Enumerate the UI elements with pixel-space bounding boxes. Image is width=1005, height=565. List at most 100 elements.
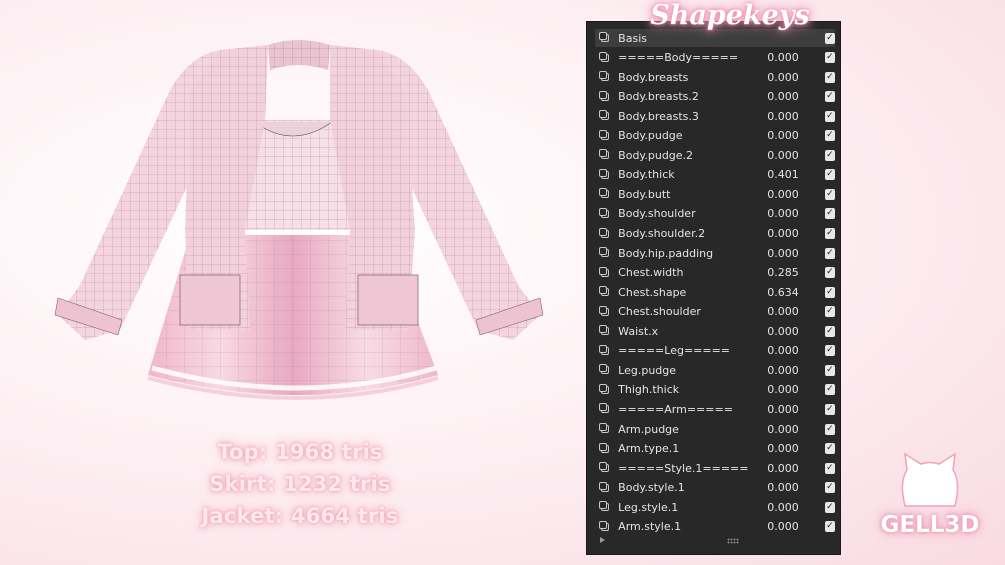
shapekey-value[interactable]: 0.285	[758, 266, 799, 279]
shapekey-name[interactable]: Arm.pudge	[618, 423, 758, 436]
shapekey-row[interactable]: Body.breasts 0.000 ✓	[595, 68, 835, 86]
shapekey-enabled-checkbox[interactable]: ✓	[824, 228, 835, 239]
shapekey-enabled-checkbox[interactable]: ✓	[824, 462, 835, 474]
shapekey-name[interactable]: Chest.width	[618, 266, 758, 279]
shapekey-name[interactable]: Body.pudge	[618, 129, 758, 142]
shapekey-enabled-checkbox[interactable]: ✓	[824, 149, 835, 161]
shapekey-value[interactable]: 0.000	[758, 110, 799, 123]
shapekey-row[interactable]: Body.hip.padding 0.000 ✓	[595, 244, 835, 262]
shapekey-row[interactable]: Arm.type.1 0.000 ✓	[595, 440, 835, 458]
shapekey-enabled-checkbox[interactable]: ✓	[824, 208, 835, 220]
shapekey-row[interactable]: Waist.x 0.000 ✓	[595, 322, 835, 340]
shapekey-row[interactable]: =====Body===== 0.000 ✓	[595, 49, 835, 67]
shapekey-value[interactable]: 0.000	[758, 423, 799, 436]
shapekey-name[interactable]: Body.butt	[618, 188, 758, 201]
shapekey-row[interactable]: Body.shoulder 0.000 ✓	[595, 205, 835, 223]
shapekey-value[interactable]: 0.000	[758, 403, 799, 416]
shapekey-value[interactable]: 0.000	[758, 305, 799, 318]
shapekey-enabled-checkbox[interactable]: ✓	[824, 267, 835, 279]
shapekey-enabled-checkbox[interactable]: ✓	[824, 71, 835, 83]
shapekey-value[interactable]: 0.000	[758, 51, 799, 64]
shapekey-enabled-checkbox[interactable]: ✓	[824, 169, 835, 181]
shapekey-name[interactable]: Arm.style.1	[618, 520, 758, 533]
shapekey-name[interactable]: =====Style.1=====	[618, 462, 758, 475]
shapekey-row[interactable]: Body.thick 0.401 ✓	[595, 166, 835, 184]
shapekey-enabled-checkbox[interactable]: ✓	[824, 482, 835, 494]
shapekey-enabled-checkbox[interactable]: ✓	[824, 306, 835, 318]
shapekey-enabled-checkbox[interactable]: ✓	[824, 345, 835, 357]
shapekey-row[interactable]: Chest.shape 0.634 ✓	[595, 283, 835, 301]
shapekey-enabled-checkbox[interactable]: ✓	[824, 286, 835, 298]
shapekey-row[interactable]: Body.butt 0.000 ✓	[595, 185, 835, 203]
shapekey-enabled-checkbox[interactable]: ✓	[824, 384, 835, 396]
shapekey-row[interactable]: Leg.style.1 0.000 ✓	[595, 498, 835, 516]
shapekey-row[interactable]: =====Style.1===== 0.000 ✓	[595, 459, 835, 477]
shapekey-enabled-checkbox[interactable]: ✓	[824, 247, 835, 259]
shapekey-name[interactable]: =====Arm=====	[618, 403, 758, 416]
shapekey-value[interactable]: 0.000	[758, 344, 799, 357]
resize-grip-icon[interactable]	[727, 538, 739, 544]
shapekey-name[interactable]: Thigh.thick	[618, 383, 758, 396]
shapekey-row[interactable]: Chest.width 0.285 ✓	[595, 264, 835, 282]
shapekey-value[interactable]: 0.000	[758, 247, 799, 260]
shapekey-name[interactable]: =====Body=====	[618, 51, 758, 64]
shapekey-name[interactable]: Arm.type.1	[618, 442, 758, 455]
shapekey-value[interactable]: 0.401	[758, 168, 799, 181]
shapekey-value[interactable]: 0.000	[758, 90, 799, 103]
shapekey-enabled-checkbox[interactable]: ✓	[824, 423, 835, 435]
shapekey-enabled-checkbox[interactable]: ✓	[824, 52, 835, 64]
shapekey-enabled-checkbox[interactable]: ✓	[824, 403, 835, 415]
shapekey-row[interactable]: Body.shoulder.2 0.000 ✓	[595, 225, 835, 243]
shapekey-enabled-checkbox[interactable]: ✓	[824, 110, 835, 122]
shapekey-enabled-checkbox[interactable]: ✓	[824, 521, 835, 533]
shapekey-value[interactable]: 0.000	[758, 481, 799, 494]
shapekey-name[interactable]: Leg.style.1	[618, 501, 758, 514]
shapekey-row[interactable]: Body.style.1 0.000 ✓	[595, 479, 835, 497]
shapekey-name[interactable]: Body.breasts.3	[618, 110, 758, 123]
shapekey-value[interactable]: 0.000	[758, 227, 799, 240]
shapekey-name[interactable]: Body.breasts	[618, 71, 758, 84]
shapekey-value[interactable]: 0.000	[758, 364, 799, 377]
shapekey-value[interactable]: 0.000	[758, 188, 799, 201]
shapekey-enabled-checkbox[interactable]: ✓	[824, 32, 835, 44]
shapekey-name[interactable]: Body.shoulder.2	[618, 227, 758, 240]
shapekey-name[interactable]: Body.shoulder	[618, 207, 758, 220]
shapekey-enabled-checkbox[interactable]: ✓	[824, 130, 835, 142]
shapekey-enabled-checkbox[interactable]: ✓	[824, 188, 835, 200]
shapekey-enabled-checkbox[interactable]: ✓	[824, 443, 835, 455]
expand-arrow-icon[interactable]	[600, 537, 605, 543]
shapekey-row[interactable]: Body.pudge.2 0.000 ✓	[595, 146, 835, 164]
shapekey-name[interactable]: Body.pudge.2	[618, 149, 758, 162]
shapekey-name[interactable]: Leg.pudge	[618, 364, 758, 377]
shapekey-enabled-checkbox[interactable]: ✓	[824, 364, 835, 376]
shapekey-row[interactable]: =====Arm===== 0.000 ✓	[595, 400, 835, 418]
shapekey-row[interactable]: Body.breasts.3 0.000 ✓	[595, 107, 835, 125]
shapekey-name[interactable]: Body.thick	[618, 168, 758, 181]
shapekey-name[interactable]: Body.breasts.2	[618, 90, 758, 103]
shapekey-name[interactable]: =====Leg=====	[618, 344, 758, 357]
shapekey-row[interactable]: =====Leg===== 0.000 ✓	[595, 342, 835, 360]
shapekey-enabled-checkbox[interactable]: ✓	[824, 501, 835, 513]
shapekey-value[interactable]: 0.000	[758, 442, 799, 455]
shapekey-name[interactable]: Chest.shoulder	[618, 305, 758, 318]
shapekey-value[interactable]: 0.000	[758, 149, 799, 162]
shapekey-value[interactable]: 0.000	[758, 129, 799, 142]
shapekey-value[interactable]: 0.000	[758, 207, 799, 220]
shapekey-row[interactable]: Leg.pudge 0.000 ✓	[595, 361, 835, 379]
shapekey-row[interactable]: Chest.shoulder 0.000 ✓	[595, 303, 835, 321]
shapekey-row[interactable]: Body.breasts.2 0.000 ✓	[595, 88, 835, 106]
shapekey-row[interactable]: Arm.style.1 0.000 ✓	[595, 518, 835, 536]
shapekey-name[interactable]: Body.hip.padding	[618, 247, 758, 260]
shapekey-value[interactable]: 0.000	[758, 520, 799, 533]
shapekey-value[interactable]: 0.000	[758, 462, 799, 475]
shapekey-value[interactable]: 0.000	[758, 501, 799, 514]
shapekey-row[interactable]: Thigh.thick 0.000 ✓	[595, 381, 835, 399]
shapekey-name[interactable]: Body.style.1	[618, 481, 758, 494]
shapekey-name[interactable]: Basis	[618, 32, 758, 45]
shapekey-name[interactable]: Waist.x	[618, 325, 758, 338]
shapekey-value[interactable]: 0.000	[758, 71, 799, 84]
shapekey-row[interactable]: Arm.pudge 0.000 ✓	[595, 420, 835, 438]
shapekey-value[interactable]: 0.634	[758, 286, 799, 299]
shapekey-name[interactable]: Chest.shape	[618, 286, 758, 299]
shapekey-enabled-checkbox[interactable]: ✓	[824, 91, 835, 103]
